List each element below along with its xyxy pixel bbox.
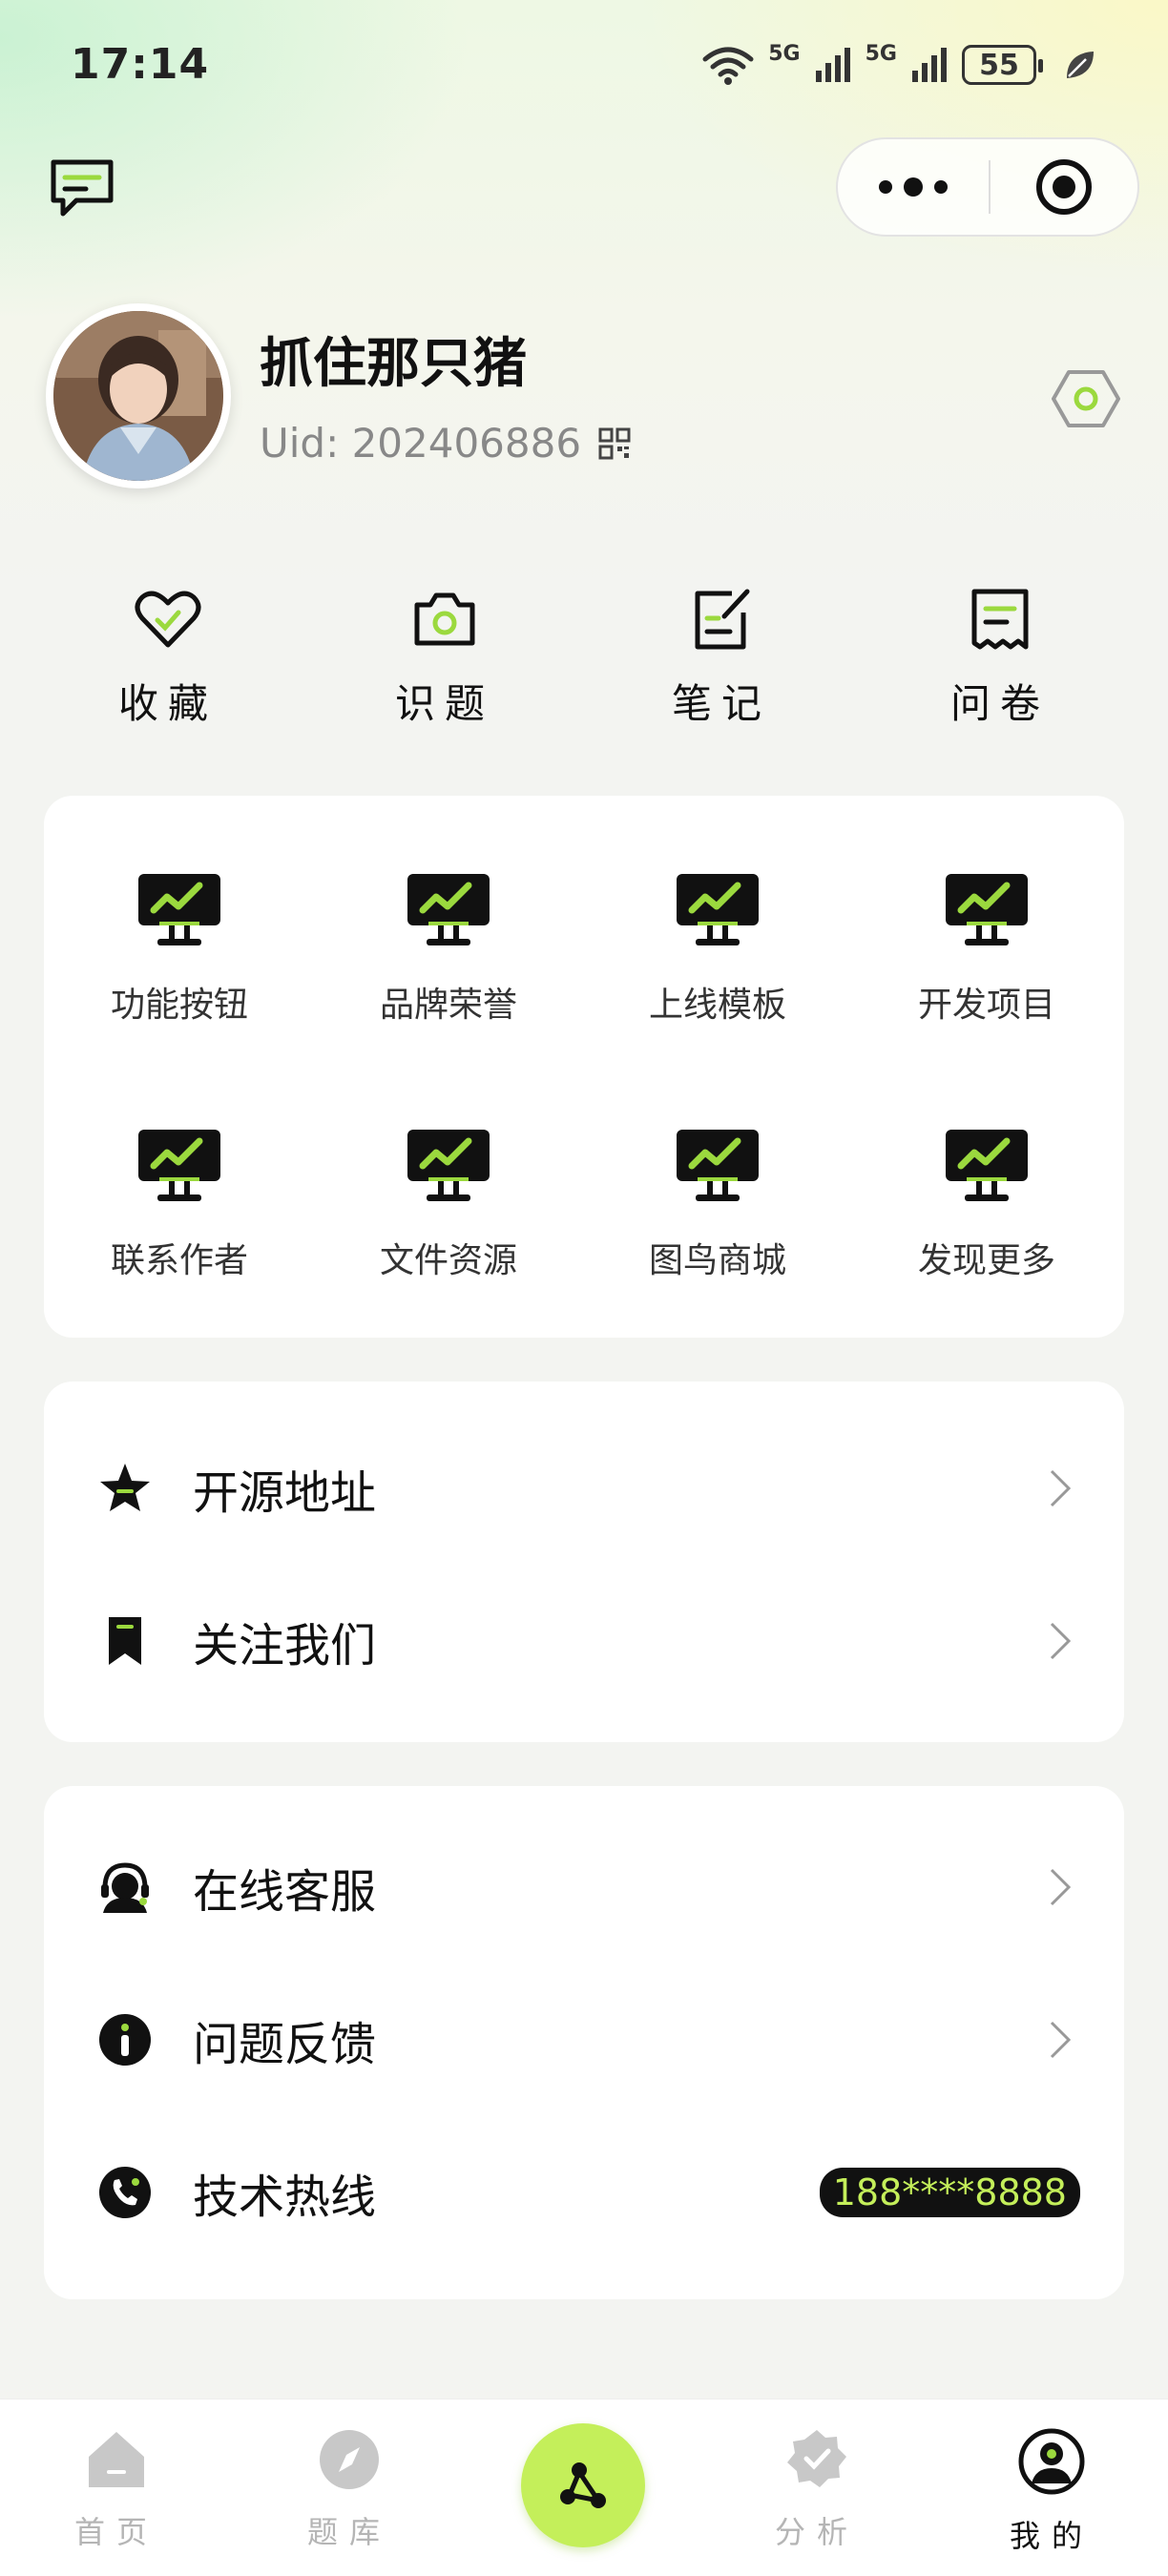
user-icon (1018, 2428, 1085, 2495)
grid-item-discover-more[interactable]: 发现更多 (872, 1128, 1101, 1282)
receipt-icon (971, 589, 1029, 650)
grid-item-contact-author[interactable]: 联系作者 (65, 1128, 294, 1282)
menu-row-feedback[interactable]: 问题反馈 (44, 1983, 1124, 2097)
signal-icon (815, 48, 850, 82)
menu-row-label: 关注我们 (193, 1619, 377, 1672)
grid-item-label: 上线模板 (648, 986, 786, 1025)
center-share-button[interactable] (521, 2423, 645, 2547)
close-mini-program-button[interactable] (991, 156, 1137, 218)
message-button[interactable] (48, 155, 116, 223)
grid-item-online-templates[interactable]: 上线模板 (603, 872, 832, 1027)
grid-item-label: 发现更多 (917, 1241, 1055, 1280)
feature-grid-card: 功能按钮 品牌荣誉 上线模板 开发项目 联系作者 文件资源 图鸟商城 发现更多 (44, 796, 1124, 1338)
avatar-image (53, 311, 223, 481)
menu-row-label: 在线客服 (193, 1865, 377, 1919)
status-icons: 5G 5G 55 (701, 38, 1099, 92)
info-icon (99, 2014, 151, 2066)
grid-item-label: 图鸟商城 (648, 1241, 786, 1280)
network-type-2: 5G (865, 41, 897, 66)
compass-icon (320, 2430, 379, 2489)
avatar[interactable] (46, 303, 231, 488)
grid-item-file-resources[interactable]: 文件资源 (334, 1128, 563, 1282)
monitor-chart-icon (946, 874, 1028, 945)
settings-button[interactable] (1050, 363, 1122, 435)
monitor-chart-icon (407, 1130, 490, 1201)
tab-label: 首页 (73, 2514, 158, 2550)
quick-action-label: 笔记 (671, 680, 771, 727)
phone-icon (99, 2167, 151, 2218)
camera-icon (414, 592, 475, 646)
qrcode-icon[interactable] (598, 427, 631, 460)
tab-question-bank[interactable]: 题库 (273, 2428, 426, 2552)
hexagon-settings-icon (1052, 370, 1120, 427)
leaf-icon (1067, 52, 1094, 78)
quick-action-label: 收藏 (117, 680, 218, 727)
monitor-chart-icon (138, 874, 220, 945)
user-id: Uid: 202406886 (260, 420, 582, 467)
target-icon (1036, 159, 1092, 215)
menu-row-hotline[interactable]: 技术热线 188****8888 (44, 2135, 1124, 2250)
star-icon (100, 1464, 150, 1511)
quick-action-notes[interactable]: 笔记 (626, 584, 817, 730)
grid-item-label: 开发项目 (917, 986, 1055, 1025)
quick-action-scan[interactable]: 识题 (349, 584, 540, 730)
grid-item-dev-projects[interactable]: 开发项目 (872, 872, 1101, 1027)
grid-item-brand-honors[interactable]: 品牌荣誉 (334, 872, 563, 1027)
user-id-row: Uid: 202406886 (260, 420, 631, 467)
headset-icon (101, 1862, 149, 1913)
tab-label: 题库 (306, 2514, 391, 2550)
grid-item-label: 文件资源 (379, 1241, 517, 1280)
grid-item-label: 品牌荣誉 (379, 986, 517, 1025)
username: 抓住那只猪 (260, 333, 527, 395)
tab-analysis[interactable]: 分析 (740, 2428, 893, 2552)
menu-card-2: 在线客服 问题反馈 技术热线 188****8888 (44, 1786, 1124, 2299)
heart-icon (135, 591, 201, 648)
chevron-right-icon (1050, 1868, 1072, 1906)
tab-label: 分析 (774, 2514, 859, 2550)
badge-check-icon (787, 2430, 846, 2487)
share-icon (560, 2462, 606, 2508)
battery-indicator: 55 (962, 45, 1043, 85)
menu-row-label: 问题反馈 (193, 2018, 377, 2071)
tab-label: 我的 (1009, 2518, 1094, 2554)
chevron-right-icon (1050, 1469, 1072, 1507)
menu-row-label: 技术热线 (193, 2171, 377, 2224)
menu-row-open-source[interactable]: 开源地址 (44, 1431, 1124, 1546)
menu-row-follow-us[interactable]: 关注我们 (44, 1584, 1124, 1698)
mini-program-capsule (836, 137, 1139, 237)
network-type-1: 5G (768, 41, 801, 66)
monitor-chart-icon (138, 1130, 220, 1201)
more-dot-icon (934, 180, 948, 194)
menu-row-label: 开源地址 (193, 1466, 377, 1520)
more-dot-icon (904, 177, 923, 197)
grid-item-label: 联系作者 (110, 1241, 248, 1280)
chevron-right-icon (1050, 1622, 1072, 1660)
note-edit-icon (695, 589, 750, 650)
more-dot-icon (879, 180, 892, 194)
grid-item-label: 功能按钮 (110, 986, 248, 1025)
chevron-right-icon (1050, 2021, 1072, 2059)
monitor-chart-icon (677, 1130, 759, 1201)
status-time: 17:14 (71, 40, 210, 89)
monitor-chart-icon (677, 874, 759, 945)
quick-action-favorite[interactable]: 收藏 (73, 584, 263, 730)
monitor-chart-icon (946, 1130, 1028, 1201)
quick-action-survey[interactable]: 问卷 (905, 584, 1095, 730)
tab-home[interactable]: 首页 (40, 2428, 193, 2552)
bookmark-icon (109, 1617, 141, 1665)
menu-row-online-service[interactable]: 在线客服 (44, 1830, 1124, 1944)
quick-action-label: 识题 (394, 680, 494, 727)
grid-item-tuniao-mall[interactable]: 图鸟商城 (603, 1128, 832, 1282)
hotline-number[interactable]: 188****8888 (819, 2168, 1080, 2217)
grid-item-function-buttons[interactable]: 功能按钮 (65, 872, 294, 1027)
quick-action-label: 问卷 (949, 680, 1050, 727)
menu-card-1: 开源地址 关注我们 (44, 1381, 1124, 1742)
wifi-icon (702, 47, 754, 85)
more-button[interactable] (838, 177, 989, 197)
signal-icon-2 (912, 48, 947, 82)
message-icon (51, 159, 114, 217)
monitor-chart-icon (407, 874, 490, 945)
tab-mine[interactable]: 我的 (975, 2428, 1128, 2556)
home-icon (89, 2432, 144, 2487)
